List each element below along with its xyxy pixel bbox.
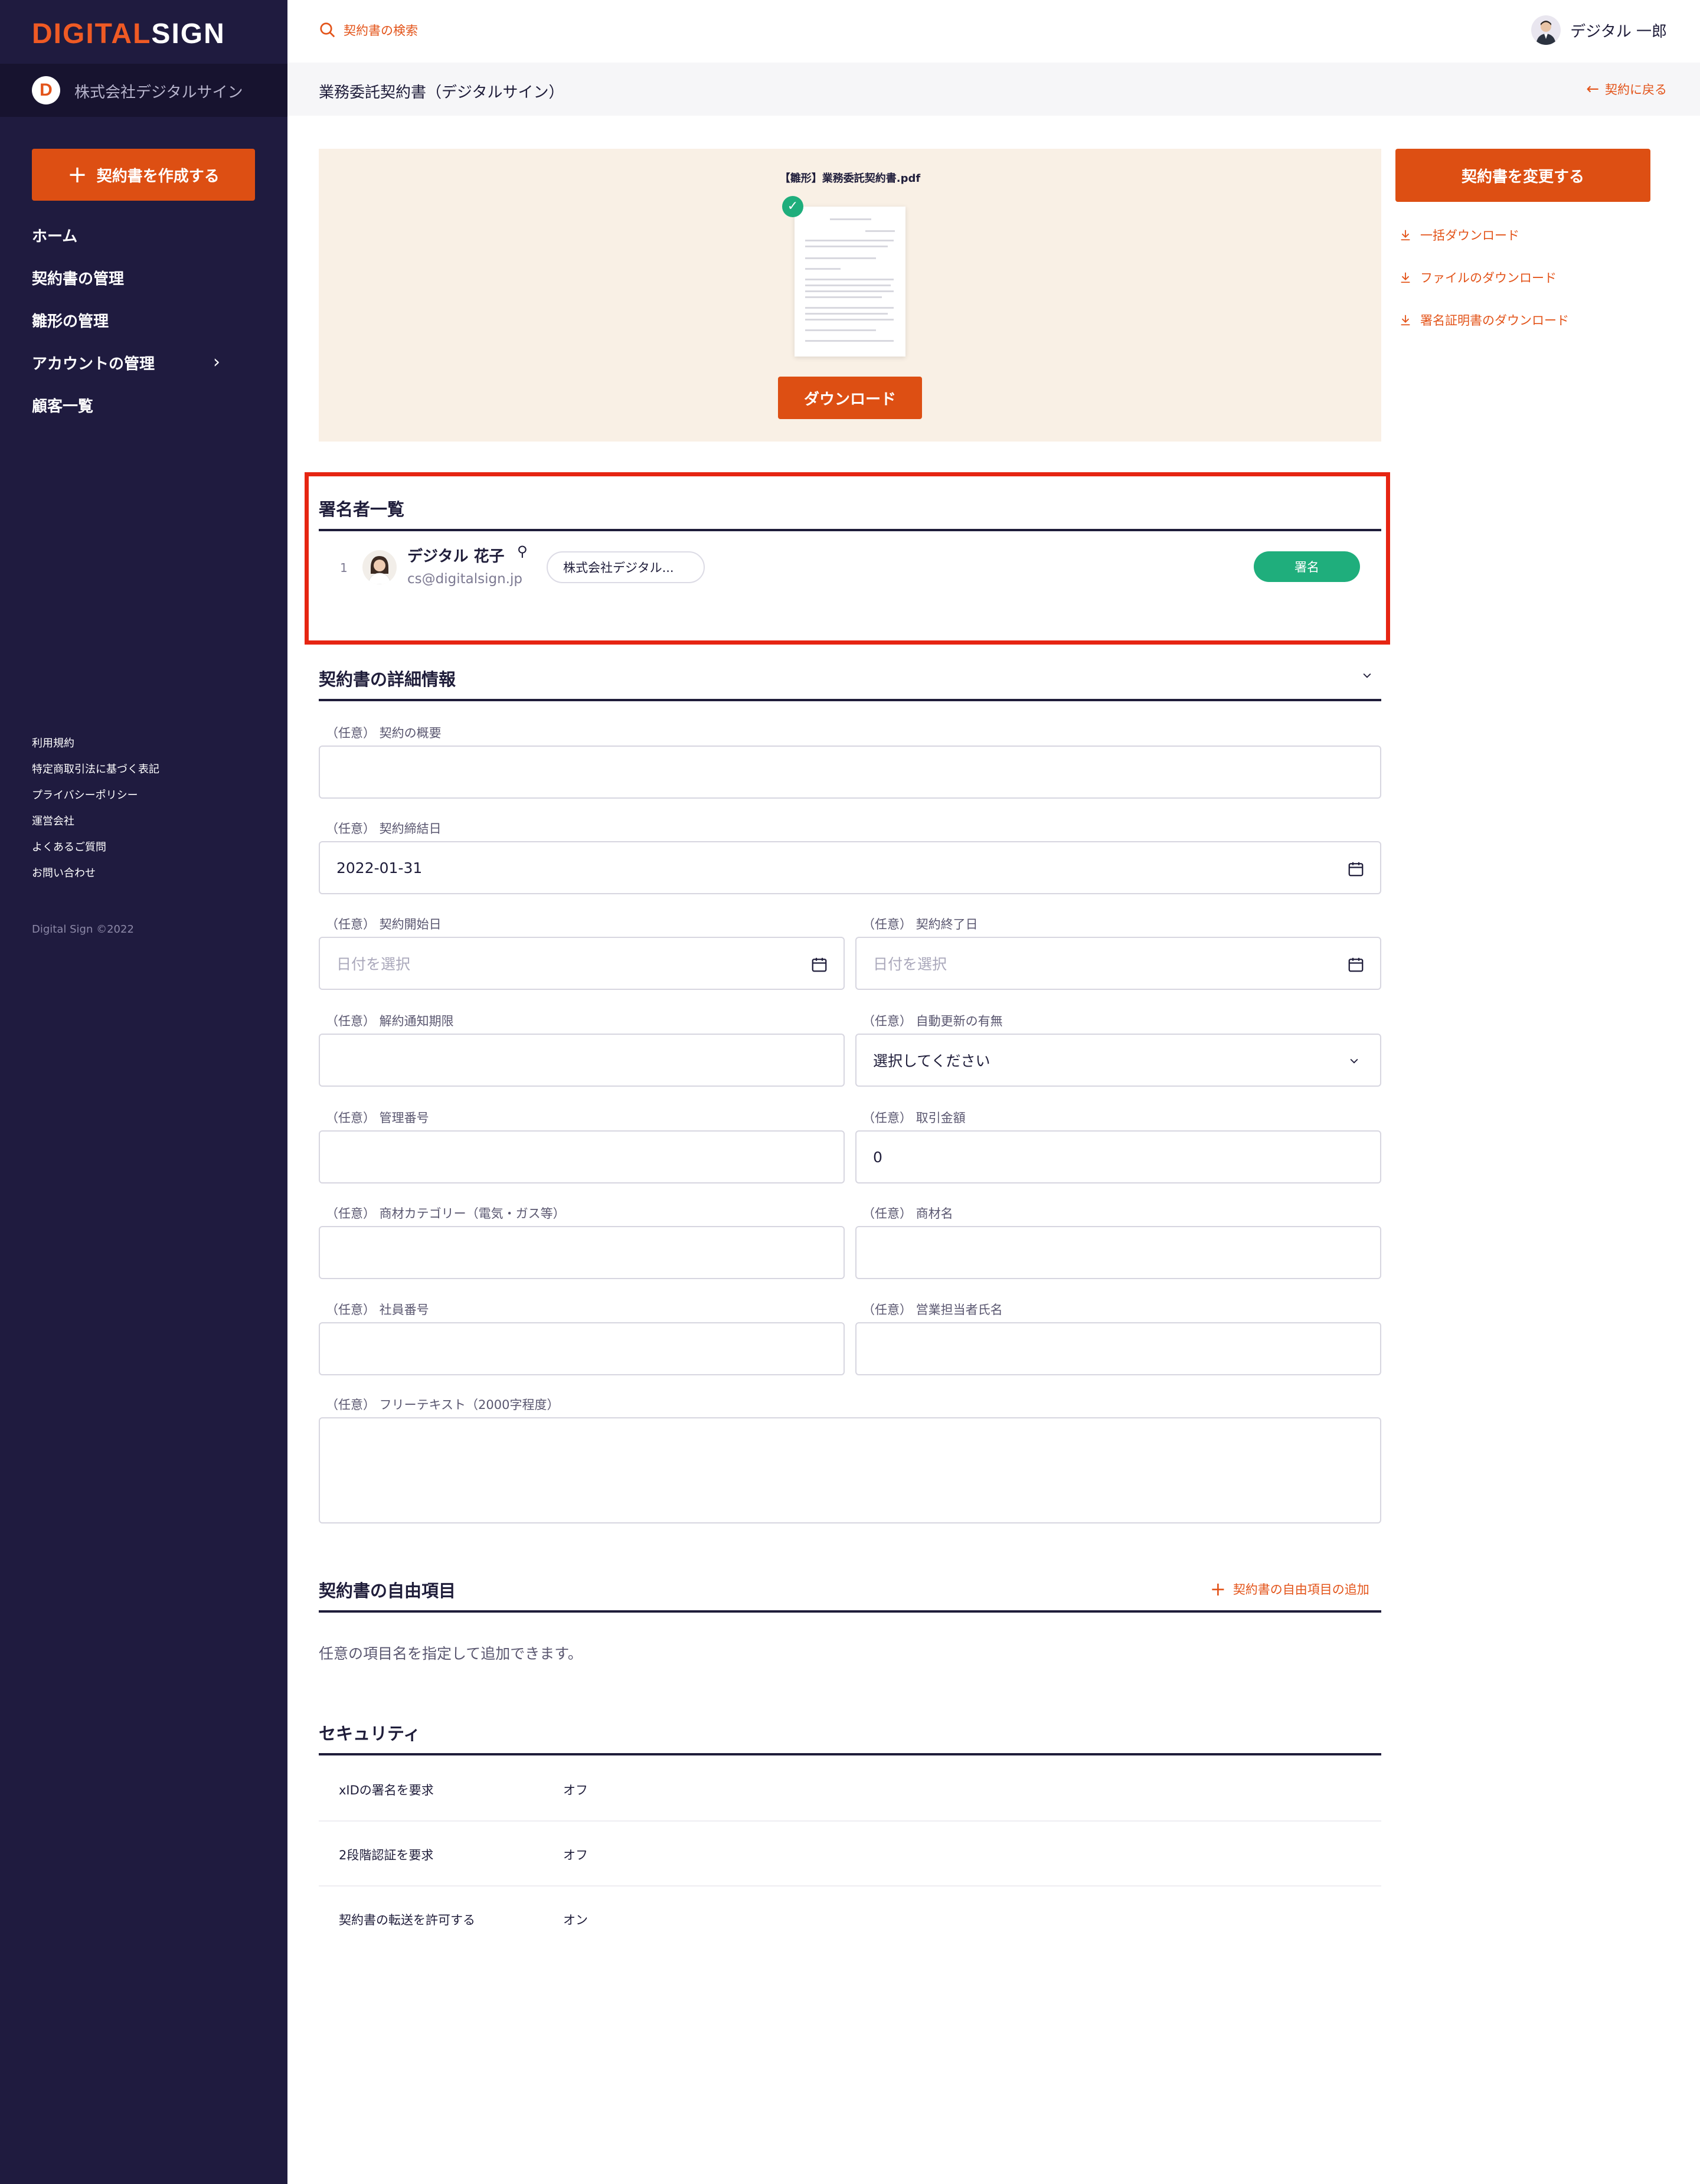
key-icon: ⚲ <box>517 543 528 560</box>
signer-name: デジタル 花子 <box>407 548 505 565</box>
signer-email: cs@digitalsign.jp <box>407 571 522 587</box>
app-logo[interactable]: DIGITALSIGN <box>32 18 225 50</box>
nav-item-customers[interactable]: 顧客一覧 <box>32 394 93 416</box>
plus-icon: + <box>67 161 87 188</box>
signed-date-input[interactable]: 2022-01-31 <box>319 841 1381 894</box>
download-button[interactable]: ダウンロード <box>778 377 922 419</box>
security-value-2fa: オフ <box>563 1848 588 1862</box>
document-preview: 【雛形】業務委託契約書.pdf ✓ ダウンロード <box>319 149 1381 442</box>
management-no-input[interactable] <box>319 1130 845 1183</box>
row-divider <box>319 1820 1381 1822</box>
certificate-download-link[interactable]: 署名証明書のダウンロード <box>1399 311 1569 329</box>
back-to-contract-link[interactable]: ← 契約に戻る <box>1586 80 1667 98</box>
calendar-icon <box>812 957 827 972</box>
amount-input[interactable]: 0 <box>855 1130 1381 1183</box>
download-icon <box>1401 230 1410 241</box>
user-name: デジタル 一郎 <box>1570 22 1667 41</box>
file-download-link[interactable]: ファイルのダウンロード <box>1399 269 1557 286</box>
security-title: セキュリティ <box>319 1724 421 1744</box>
start-date-label: （任意） 契約開始日 <box>326 917 442 931</box>
document-thumbnail[interactable] <box>795 207 905 357</box>
chevron-down-icon[interactable] <box>1361 669 1373 681</box>
company-name: 株式会社デジタルサイン <box>74 84 243 102</box>
security-value-xid: オフ <box>563 1783 588 1797</box>
signer-number: 1 <box>340 561 348 575</box>
security-label-forward: 契約書の転送を許可する <box>339 1913 475 1927</box>
notice-label: （任意） 解約通知期限 <box>326 1014 454 1028</box>
amount-label: （任意） 取引金額 <box>862 1111 966 1125</box>
category-input[interactable] <box>319 1226 845 1279</box>
security-label-xid: xIDの署名を要求 <box>339 1783 434 1797</box>
footer-link-privacy[interactable]: プライバシーポリシー <box>32 787 138 802</box>
summary-label: （任意） 契約の概要 <box>326 726 442 740</box>
check-icon: ✓ <box>782 196 803 217</box>
free-text-textarea[interactable] <box>319 1417 1381 1523</box>
plus-icon: + <box>1210 1578 1226 1600</box>
end-date-label: （任意） 契約終了日 <box>862 917 978 931</box>
summary-input[interactable] <box>319 746 1381 799</box>
footer-link-terms[interactable]: 利用規約 <box>32 735 74 750</box>
category-label: （任意） 商材カテゴリー（電気・ガス等） <box>326 1207 565 1221</box>
calendar-icon <box>1348 862 1364 877</box>
change-contract-button[interactable]: 契約書を変更する <box>1395 149 1650 202</box>
user-menu[interactable]: デジタル 一郎 <box>1531 15 1667 45</box>
signed-date-label: （任意） 契約締結日 <box>326 822 442 836</box>
add-free-item-link[interactable]: + 契約書の自由項目の追加 <box>1210 1580 1369 1598</box>
copyright: Digital Sign ©2022 <box>32 923 134 936</box>
row-divider <box>319 1885 1381 1887</box>
notice-input[interactable] <box>319 1034 845 1087</box>
start-date-input[interactable]: 日付を選択 <box>319 937 845 990</box>
calendar-icon <box>1348 957 1364 972</box>
user-avatar <box>1531 15 1561 45</box>
create-contract-button[interactable]: + 契約書を作成する <box>32 149 255 201</box>
signers-title: 署名者一覧 <box>319 499 405 519</box>
footer-link-contact[interactable]: お問い合わせ <box>32 865 96 880</box>
sales-rep-input[interactable] <box>855 1322 1381 1375</box>
end-date-input[interactable]: 日付を選択 <box>855 937 1381 990</box>
chevron-down-icon <box>1350 1058 1358 1064</box>
download-icon <box>1401 272 1410 283</box>
security-label-2fa: 2段階認証を要求 <box>339 1848 434 1862</box>
details-title: 契約書の詳細情報 <box>319 669 456 689</box>
auto-renew-select[interactable]: 選択してください <box>855 1034 1381 1087</box>
chevron-right-icon: › <box>213 352 220 372</box>
security-value-forward: オン <box>563 1913 588 1927</box>
sidebar: DIGITALSIGN D 株式会社デジタルサイン + 契約書を作成する ホーム… <box>0 0 287 2184</box>
download-icon <box>1401 315 1410 326</box>
sales-rep-label: （任意） 営業担当者氏名 <box>862 1303 1003 1317</box>
search-icon <box>320 22 335 38</box>
product-input[interactable] <box>855 1226 1381 1279</box>
file-name: 【雛形】業務委託契約書.pdf <box>779 172 921 185</box>
employee-no-label: （任意） 社員番号 <box>326 1303 429 1317</box>
contract-search[interactable]: 契約書の検索 <box>319 21 418 39</box>
footer-link-faq[interactable]: よくあるご質問 <box>32 839 106 854</box>
company-switcher[interactable]: D 株式会社デジタルサイン <box>0 64 287 117</box>
free-items-description: 任意の項目名を指定して追加できます。 <box>319 1645 583 1662</box>
free-text-label: （任意） フリーテキスト（2000字程度） <box>326 1398 560 1412</box>
nav-item-contracts[interactable]: 契約書の管理 <box>32 267 124 289</box>
nav-item-templates[interactable]: 雛形の管理 <box>32 309 109 331</box>
bulk-download-link[interactable]: 一括ダウンロード <box>1399 226 1519 244</box>
footer-link-company[interactable]: 運営会社 <box>32 813 74 828</box>
employee-no-input[interactable] <box>319 1322 845 1375</box>
product-label: （任意） 商材名 <box>862 1207 953 1221</box>
auto-renew-label: （任意） 自動更新の有無 <box>862 1014 1003 1028</box>
section-divider <box>319 1610 1381 1613</box>
management-no-label: （任意） 管理番号 <box>326 1111 429 1125</box>
arrow-left-icon: ← <box>1586 80 1599 98</box>
footer-link-commerce-law[interactable]: 特定商取引法に基づく表記 <box>32 761 159 776</box>
company-logo-icon: D <box>32 76 60 104</box>
signer-avatar <box>362 550 397 584</box>
section-divider <box>319 529 1381 531</box>
sign-status-badge[interactable]: 署名 <box>1254 551 1360 582</box>
nav-item-account[interactable]: アカウントの管理 › <box>32 352 256 374</box>
free-items-title: 契約書の自由項目 <box>319 1581 456 1601</box>
signer-company-chip: 株式会社デジタル... <box>547 551 705 583</box>
nav-item-home[interactable]: ホーム <box>32 224 77 246</box>
page-title: 業務委託契約書（デジタルサイン） <box>319 84 564 102</box>
section-divider <box>319 1753 1381 1755</box>
section-divider <box>319 699 1381 701</box>
